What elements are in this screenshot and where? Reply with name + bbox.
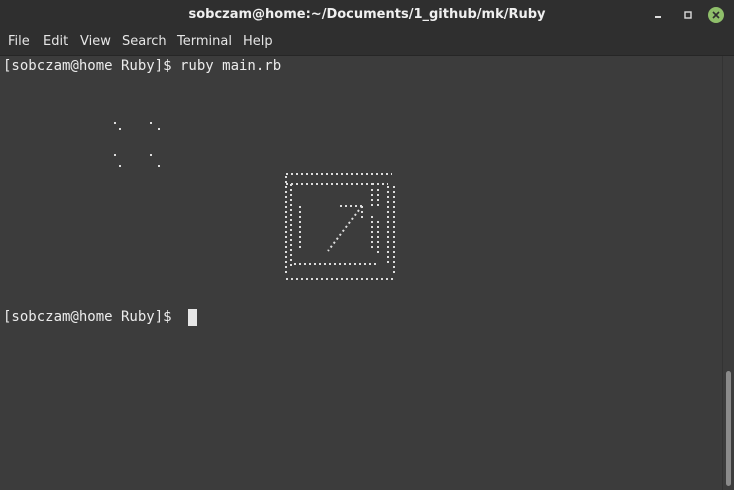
text-cursor xyxy=(188,309,197,326)
menu-view[interactable]: View xyxy=(80,34,111,49)
small-dots xyxy=(114,122,160,167)
title-bar: sobczam@home:~/Documents/1_github/mk/Rub… xyxy=(0,0,734,30)
prompt-line: [sobczam@home Ruby]$ xyxy=(3,309,181,325)
maximize-icon[interactable] xyxy=(680,7,696,23)
terminal-area[interactable]: [sobczam@home Ruby]$ ruby main.rb [sobcz… xyxy=(0,56,722,490)
braille-box xyxy=(285,173,395,280)
menu-search[interactable]: Search xyxy=(122,34,167,49)
ascii-art-output xyxy=(114,122,395,280)
minimize-icon[interactable] xyxy=(650,7,666,23)
menu-terminal[interactable]: Terminal xyxy=(177,34,232,49)
scroll-thumb[interactable] xyxy=(726,371,731,486)
menu-bar: File Edit View Search Terminal Help xyxy=(0,30,734,56)
scrollbar[interactable] xyxy=(722,56,734,490)
menu-help[interactable]: Help xyxy=(243,34,273,49)
menu-edit[interactable]: Edit xyxy=(43,34,68,49)
window-title: sobczam@home:~/Documents/1_github/mk/Rub… xyxy=(188,7,546,22)
menu-file[interactable]: File xyxy=(8,34,30,49)
close-icon[interactable] xyxy=(708,7,724,23)
